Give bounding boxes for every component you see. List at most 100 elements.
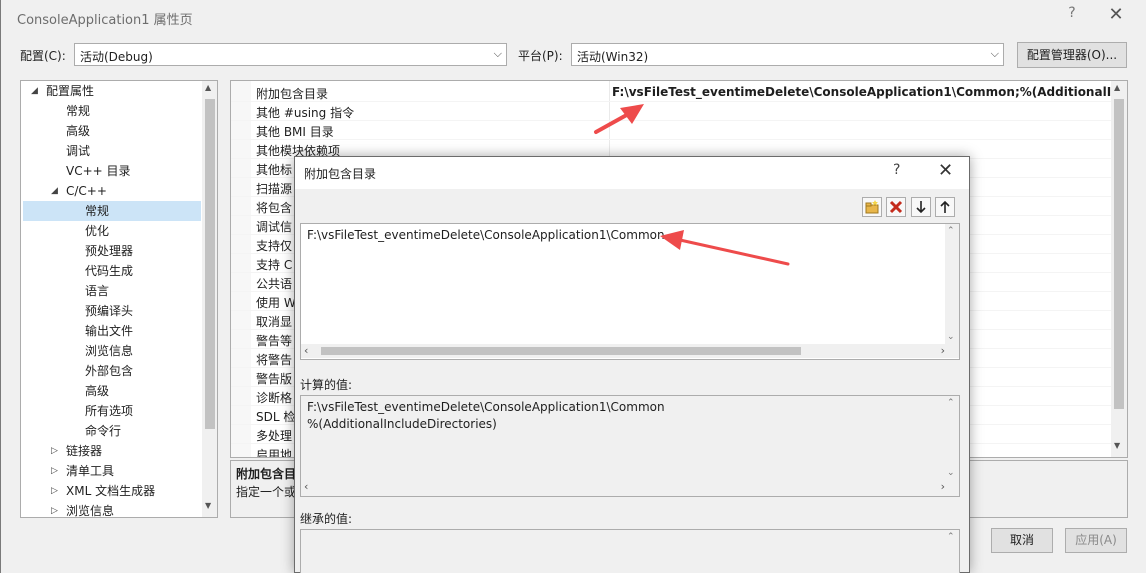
property-row[interactable]: 其他 #using 指令 [231, 102, 1111, 121]
tree-item-label: XML 文档生成器 [66, 484, 156, 498]
help-icon[interactable]: ? [893, 162, 900, 178]
platform-select[interactable]: 活动(Win32) ⌵ [571, 43, 1004, 66]
tree-item[interactable]: ▷ 链接器 [23, 441, 201, 461]
property-name: 警告版 [256, 372, 293, 386]
new-line-button[interactable] [862, 197, 882, 217]
tree-item-label: 预处理器 [85, 244, 134, 258]
tree-item[interactable]: 高级 [23, 121, 201, 141]
tree-item[interactable]: 输出文件 [23, 321, 201, 341]
scroll-down-icon[interactable]: ▼ [205, 501, 211, 510]
expand-arrow-icon[interactable]: ▷ [51, 441, 58, 461]
move-up-button[interactable] [935, 197, 955, 217]
scroll-down-icon[interactable]: ⌄ [947, 332, 955, 342]
tree-item[interactable]: ▷ 浏览信息 [23, 501, 201, 517]
editor-line[interactable]: F:\vsFileTest_eventimeDelete\ConsoleAppl… [307, 228, 665, 242]
tree-item[interactable]: 命令行 [23, 421, 201, 441]
new-folder-icon [865, 200, 879, 214]
config-manager-label: 配置管理器(O)... [1026, 48, 1118, 62]
tree-item[interactable]: 优化 [23, 221, 201, 241]
property-name: 启用地 [256, 448, 293, 458]
arrow-down-icon [916, 201, 926, 214]
hscroll-thumb[interactable] [321, 347, 801, 355]
config-select[interactable]: 活动(Debug) ⌵ [74, 43, 507, 66]
expand-arrow-icon[interactable]: ◢ [51, 181, 58, 201]
config-manager-button[interactable]: 配置管理器(O)... [1017, 42, 1127, 68]
computed-hscroll[interactable]: ‹ › [301, 480, 959, 494]
scroll-down-icon[interactable]: ⌄ [947, 468, 955, 478]
description-text: 指定一个或 [236, 485, 297, 499]
inherited-vscroll[interactable]: ⌃ [945, 530, 959, 573]
property-name: 其他标 [256, 163, 293, 177]
tree-item[interactable]: 高级 [23, 381, 201, 401]
tree-item[interactable]: 预处理器 [23, 241, 201, 261]
chevron-down-icon: ⌵ [990, 47, 999, 60]
move-down-button[interactable] [911, 197, 931, 217]
cancel-label: 取消 [1009, 533, 1034, 547]
tree-item-label: 调试 [66, 144, 91, 158]
tree-item[interactable]: 代码生成 [23, 261, 201, 281]
tree-item-label: 外部包含 [85, 364, 134, 378]
property-value[interactable]: F:\vsFileTest_eventimeDelete\ConsoleAppl… [612, 85, 1112, 99]
expand-arrow-icon[interactable]: ▷ [51, 481, 58, 501]
scroll-thumb[interactable] [205, 99, 215, 429]
property-row[interactable]: 附加包含目录 F:\vsFileTest_eventimeDelete\Conso… [231, 83, 1112, 102]
tree-item-label: 输出文件 [85, 324, 134, 338]
cancel-button[interactable]: 取消 [991, 528, 1053, 553]
tree-item-label: 清单工具 [66, 464, 115, 478]
tree-item[interactable]: ◢ C/C++ [23, 181, 201, 201]
tree-item[interactable]: 预编译头 [23, 301, 201, 321]
expand-arrow-icon[interactable]: ▷ [51, 461, 58, 481]
platform-value: 活动(Win32) [577, 50, 649, 64]
property-name: 取消显 [256, 315, 293, 329]
editor-vscroll[interactable]: ⌃ ⌄ [945, 224, 959, 344]
property-name: 将包含 [256, 201, 293, 215]
tree-item-label: 语言 [85, 284, 110, 298]
scroll-right-icon[interactable]: › [941, 480, 945, 493]
expand-arrow-icon[interactable]: ◢ [31, 81, 38, 101]
delete-line-button[interactable] [886, 197, 906, 217]
tree-item[interactable]: VC++ 目录 [23, 161, 201, 181]
scroll-up-icon[interactable]: ⌃ [947, 532, 955, 542]
close-icon[interactable]: ✕ [1105, 4, 1127, 28]
property-name: 将警告 [256, 353, 293, 367]
property-name: 扫描源 [256, 182, 293, 196]
tree-item[interactable]: 调试 [23, 141, 201, 161]
include-dirs-editor[interactable]: F:\vsFileTest_eventimeDelete\ConsoleAppl… [300, 223, 960, 360]
scroll-up-icon[interactable]: ⌃ [947, 398, 955, 408]
scroll-thumb[interactable] [1114, 99, 1124, 409]
apply-button[interactable]: 应用(A) [1065, 528, 1127, 553]
help-icon[interactable]: ? [1063, 5, 1081, 27]
property-name: 支持仅 [256, 239, 293, 253]
tree-item[interactable]: 所有选项 [23, 401, 201, 421]
tree-item[interactable]: 外部包含 [23, 361, 201, 381]
tree-item[interactable]: ▷ 清单工具 [23, 461, 201, 481]
tree-item[interactable]: ▷ XML 文档生成器 [23, 481, 201, 501]
tree-item[interactable]: 语言 [23, 281, 201, 301]
scroll-up-icon[interactable]: ▲ [1114, 83, 1120, 92]
property-name: 调试信 [256, 220, 293, 234]
property-name: 支持 C [256, 258, 293, 272]
expand-arrow-icon[interactable]: ▷ [51, 501, 58, 517]
tree-item-label: 预编译头 [85, 304, 134, 318]
computed-values-box: F:\vsFileTest_eventimeDelete\ConsoleAppl… [300, 395, 960, 497]
tree-item[interactable]: 浏览信息 [23, 341, 201, 361]
scroll-left-icon[interactable]: ‹ [304, 480, 308, 493]
scroll-left-icon[interactable]: ‹ [304, 344, 308, 357]
grid-scrollbar[interactable]: ▲ ▼ [1111, 81, 1127, 457]
close-icon[interactable]: ✕ [938, 160, 953, 181]
config-label: 配置(C): [20, 49, 66, 63]
tree-item[interactable]: 常规 [23, 201, 201, 221]
scroll-down-icon[interactable]: ▼ [1114, 441, 1120, 450]
property-row[interactable]: 其他 BMI 目录 [231, 121, 1111, 140]
property-name: 其他 #using 指令 [256, 106, 355, 120]
computed-vscroll[interactable]: ⌃ ⌄ [945, 396, 959, 480]
tree-scrollbar[interactable]: ▲ ▼ [202, 81, 217, 517]
scroll-up-icon[interactable]: ⌃ [947, 226, 955, 236]
tree-item[interactable]: 常规 [23, 101, 201, 121]
property-name: 使用 W [256, 296, 296, 310]
apply-label: 应用(A) [1075, 533, 1117, 547]
tree-item[interactable]: ◢ 配置属性 [23, 81, 201, 101]
scroll-up-icon[interactable]: ▲ [205, 83, 211, 92]
scroll-right-icon[interactable]: › [941, 344, 945, 357]
editor-hscroll[interactable]: ‹ › [301, 344, 959, 358]
